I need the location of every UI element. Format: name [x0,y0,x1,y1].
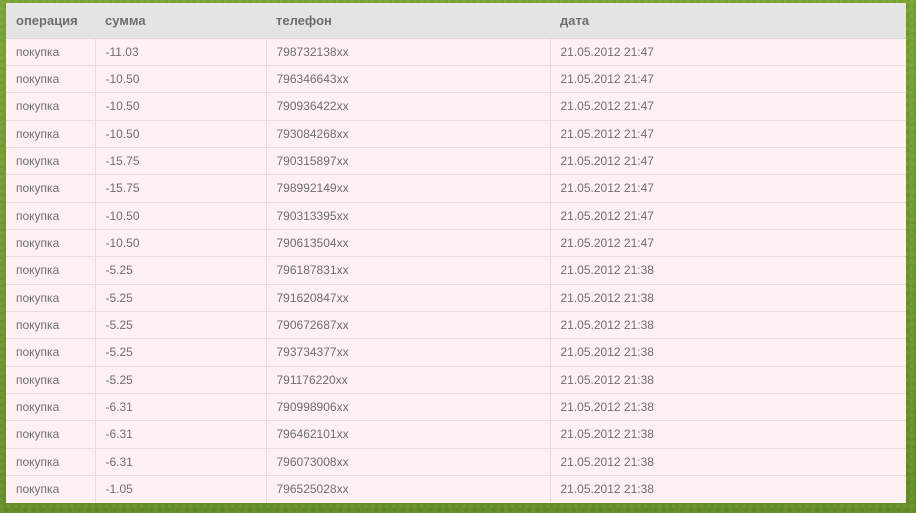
cell-phone: 791176220xx [266,365,551,394]
cell-operation: покупка [6,392,96,421]
cell-operation: покупка [6,283,96,312]
cell-date: 21.05.2012 21:47 [550,64,906,93]
cell-operation: покупка [6,201,96,230]
cell-amount: -15.75 [95,146,267,175]
cell-phone: 791620847xx [266,283,551,312]
cell-operation: покупка [6,310,96,339]
cell-operation: покупка [6,64,96,93]
cell-date: 21.05.2012 21:47 [550,92,906,121]
cell-phone: 796525028xx [266,474,551,503]
cell-phone: 790313395xx [266,201,551,230]
cell-date: 21.05.2012 21:38 [550,447,906,476]
cell-phone: 793734377xx [266,338,551,367]
cell-phone: 790315897xx [266,146,551,175]
table-row: покупка -15.75 798992149xx 21.05.2012 21… [6,174,906,203]
cell-amount: -5.25 [95,365,267,394]
table-row: покупка -6.31 796073008xx 21.05.2012 21:… [6,447,906,476]
cell-amount: -11.03 [95,37,267,66]
cell-operation: покупка [6,174,96,203]
cell-amount: -15.75 [95,174,267,203]
table-row: покупка -1.05 796525028xx 21.05.2012 21:… [6,474,906,503]
cell-operation: покупка [6,92,96,121]
cell-date: 21.05.2012 21:47 [550,37,906,66]
column-header-date: дата [550,3,906,39]
cell-phone: 793084268xx [266,119,551,148]
cell-amount: -10.50 [95,92,267,121]
cell-phone: 796073008xx [266,447,551,476]
cell-phone: 798732138xx [266,37,551,66]
cell-amount: -5.25 [95,283,267,312]
table-row: покупка -10.50 790936422xx 21.05.2012 21… [6,92,906,121]
cell-operation: покупка [6,119,96,148]
table-row: покупка -10.50 790613504xx 21.05.2012 21… [6,228,906,257]
cell-operation: покупка [6,365,96,394]
cell-phone: 790613504xx [266,228,551,257]
cell-phone: 796187831xx [266,256,551,285]
cell-amount: -5.25 [95,310,267,339]
cell-amount: -10.50 [95,228,267,257]
cell-amount: -6.31 [95,392,267,421]
cell-amount: -5.25 [95,256,267,285]
table-row: покупка -5.25 790672687xx 21.05.2012 21:… [6,310,906,339]
cell-phone: 798992149xx [266,174,551,203]
cell-operation: покупка [6,338,96,367]
transactions-table: операция сумма телефон дата покупка -11.… [6,3,906,503]
table-row: покупка -10.50 793084268xx 21.05.2012 21… [6,119,906,148]
table-row: покупка -5.25 793734377xx 21.05.2012 21:… [6,338,906,367]
cell-operation: покупка [6,420,96,449]
table-row: покупка -15.75 790315897xx 21.05.2012 21… [6,146,906,175]
cell-phone: 790936422xx [266,92,551,121]
cell-operation: покупка [6,447,96,476]
cell-date: 21.05.2012 21:38 [550,420,906,449]
cell-operation: покупка [6,474,96,503]
column-header-operation: операция [6,3,95,39]
cell-phone: 790672687xx [266,310,551,339]
table-row: покупка -10.50 796346643xx 21.05.2012 21… [6,64,906,93]
cell-phone: 796462101xx [266,420,551,449]
column-header-amount: сумма [95,3,266,39]
cell-operation: покупка [6,146,96,175]
cell-amount: -10.50 [95,64,267,93]
table-header-row: операция сумма телефон дата [6,3,906,39]
cell-phone: 796346643xx [266,64,551,93]
cell-date: 21.05.2012 21:47 [550,146,906,175]
cell-amount: -6.31 [95,420,267,449]
cell-date: 21.05.2012 21:47 [550,201,906,230]
table-row: покупка -5.25 796187831xx 21.05.2012 21:… [6,256,906,285]
cell-date: 21.05.2012 21:38 [550,365,906,394]
cell-operation: покупка [6,228,96,257]
cell-amount: -6.31 [95,447,267,476]
table-row: покупка -10.50 790313395xx 21.05.2012 21… [6,201,906,230]
table-row: покупка -5.25 791176220xx 21.05.2012 21:… [6,365,906,394]
cell-amount: -10.50 [95,119,267,148]
cell-date: 21.05.2012 21:38 [550,283,906,312]
cell-date: 21.05.2012 21:38 [550,474,906,503]
table-row: покупка -6.31 790998906xx 21.05.2012 21:… [6,392,906,421]
cell-amount: -5.25 [95,338,267,367]
cell-phone: 790998906xx [266,392,551,421]
cell-date: 21.05.2012 21:47 [550,174,906,203]
cell-date: 21.05.2012 21:38 [550,310,906,339]
column-header-phone: телефон [266,3,550,39]
cell-date: 21.05.2012 21:38 [550,338,906,367]
table-row: покупка -6.31 796462101xx 21.05.2012 21:… [6,420,906,449]
table-row: покупка -5.25 791620847xx 21.05.2012 21:… [6,283,906,312]
cell-date: 21.05.2012 21:47 [550,228,906,257]
cell-operation: покупка [6,256,96,285]
cell-operation: покупка [6,37,96,66]
cell-amount: -1.05 [95,474,267,503]
cell-date: 21.05.2012 21:47 [550,119,906,148]
cell-date: 21.05.2012 21:38 [550,256,906,285]
table-row: покупка -11.03 798732138xx 21.05.2012 21… [6,37,906,66]
cell-date: 21.05.2012 21:38 [550,392,906,421]
cell-amount: -10.50 [95,201,267,230]
transactions-panel: операция сумма телефон дата покупка -11.… [6,3,906,503]
